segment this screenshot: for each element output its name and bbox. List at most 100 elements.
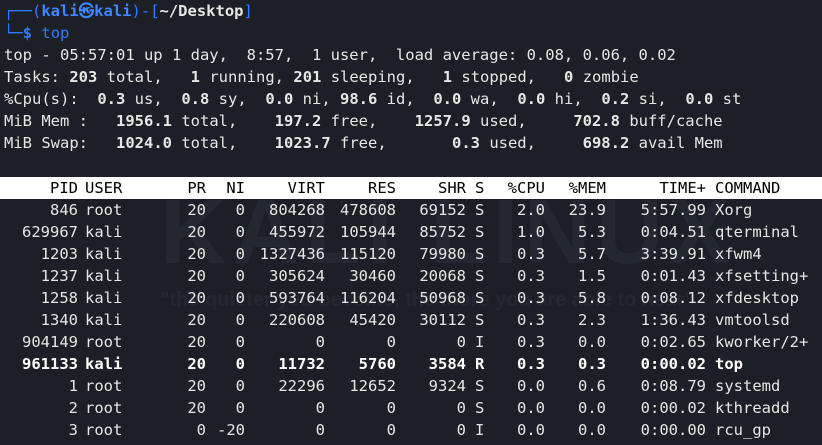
cell-virt: 455972 <box>269 223 325 241</box>
cell-pr: 0 <box>196 421 206 439</box>
tasks-label: Tasks: <box>4 68 60 86</box>
cell-cpu: 1.0 <box>517 223 545 241</box>
cell-cpu: 0.3 <box>517 289 545 307</box>
table-row[interactable]: 1340 kali 20 0 220608 45420 30112 S 0.3 2.3 1:36.4… <box>0 309 822 331</box>
cell-shr: 0 <box>456 399 466 417</box>
summary-swap-line: MiB Swap: 1024.0 total, 1023.7 free, 0.3… <box>4 134 723 152</box>
cell-shr: 0 <box>456 333 466 351</box>
terminal-window[interactable]: KALI LINUX "the quieter you become, the … <box>0 0 822 445</box>
table-row[interactable]: 1203 kali 20 0 1327436 115120 79980 S 0.3 5.7 3:39… <box>0 243 822 265</box>
tasks-running-label: running, <box>200 68 285 86</box>
cell-pr: 20 <box>187 289 206 307</box>
prompt-at: ㉿ <box>78 2 95 20</box>
cell-virt: 0 <box>315 333 325 351</box>
table-row[interactable]: 2 root 20 0 0 0 0 S 0.0 0.0 0:00.02 kthreadd <box>0 397 822 419</box>
prompt-path: ~/Desktop <box>159 2 244 20</box>
cell-s: S <box>475 245 485 263</box>
cell-mem: 0.6 <box>578 377 606 395</box>
cell-pr: 20 <box>187 245 206 263</box>
swap-avail: 698.2 <box>582 134 630 152</box>
cell-ni: 0 <box>235 355 245 373</box>
cell-mem: 0.0 <box>578 333 606 351</box>
table-row[interactable]: 1258 kali 20 0 593764 116204 50968 S 0.3 5.8 0:08.… <box>0 287 822 309</box>
cell-command: vmtoolsd <box>715 311 790 329</box>
cell-time: 0:02.65 <box>640 333 706 351</box>
cell-cpu: 0.3 <box>517 355 545 373</box>
table-row[interactable]: 1237 kali 20 0 305624 30460 20068 S 0.3 1.5 0:01.4… <box>0 265 822 287</box>
cell-res: 478608 <box>340 201 396 219</box>
cell-mem: 0.3 <box>578 355 606 373</box>
mem-used: 1257.9 <box>414 112 471 130</box>
tasks-stopped: 1 <box>442 68 453 86</box>
table-row[interactable]: 846 root 20 0 804268 478608 69152 S 2.0 23.9 5:57.… <box>0 199 822 221</box>
cpu-wa: 0.0 <box>433 90 462 108</box>
cpu-label: %Cpu(s): <box>4 90 79 108</box>
prompt-host: kali <box>94 2 132 20</box>
cell-ni: 0 <box>235 399 245 417</box>
cell-pr: 20 <box>187 333 206 351</box>
table-row[interactable]: 904149 root 20 0 0 0 0 I 0.3 0.0 0:02.65 kworker/2+ <box>0 331 822 353</box>
column-header-pid: PID <box>50 179 78 197</box>
cell-time: 5:57.99 <box>640 201 706 219</box>
column-header-virt: VIRT <box>287 179 325 197</box>
cell-pid: 629967 <box>22 223 78 241</box>
cell-user: root <box>85 201 123 219</box>
tasks-running: 1 <box>190 68 201 86</box>
prompt-dollar: $ <box>22 24 33 42</box>
cell-cpu: 0.3 <box>517 267 545 285</box>
table-row[interactable]: 3 root 0 -20 0 0 0 I 0.0 0.0 0:00.00 rcu_gp <box>0 419 822 441</box>
cell-user: kali <box>85 311 123 329</box>
cell-virt: 220608 <box>269 311 325 329</box>
cell-pr: 20 <box>187 399 206 417</box>
cpu-si: 0.2 <box>601 90 630 108</box>
summary-uptime-line: top - 05:57:01 up 1 day, 8:57, 1 user, l… <box>4 46 676 64</box>
table-row[interactable]: 629967 kali 20 0 455972 105944 85752 S 1.0 5.3 0:0… <box>0 221 822 243</box>
cpu-hi: 0.0 <box>517 90 546 108</box>
cell-time: 0:08.79 <box>640 377 706 395</box>
cell-ni: 0 <box>235 201 245 219</box>
prompt-separator: )-[ <box>131 2 160 20</box>
tasks-zombie: 0 <box>564 68 574 86</box>
swap-free: 1023.7 <box>274 134 331 152</box>
cell-mem: 5.3 <box>578 223 606 241</box>
swap-total: 1024.0 <box>116 134 172 152</box>
cpu-st: 0.0 <box>685 90 714 108</box>
prompt-close: ] <box>243 2 253 20</box>
cell-res: 105944 <box>340 223 396 241</box>
cell-cpu: 0.0 <box>517 399 545 417</box>
cell-time: 0:08.12 <box>640 289 706 307</box>
table-row[interactable]: 1 root 20 0 22296 12652 9324 S 0.0 0.6 0:08.79 syst… <box>0 375 822 397</box>
cell-command: kworker/2+ <box>715 333 809 351</box>
cell-s: S <box>475 223 485 241</box>
tasks-stopped-label: stopped, <box>452 68 537 86</box>
cell-shr: 9324 <box>428 377 466 395</box>
table-row[interactable]: 961133 kali 20 0 11732 5760 3584 R 0.3 0.3 0:00.02… <box>0 353 822 375</box>
cell-time: 0:00.00 <box>640 421 706 439</box>
cell-cpu: 0.3 <box>517 333 545 351</box>
cell-shr: 3584 <box>428 355 466 373</box>
cell-pr: 20 <box>187 201 206 219</box>
cell-pid: 961133 <box>22 355 78 373</box>
cell-res: 0 <box>386 399 396 417</box>
cell-virt: 804268 <box>269 201 325 219</box>
cell-cpu: 0.3 <box>517 311 545 329</box>
summary-mem-line: MiB Mem : 1956.1 total, 197.2 free, 1257… <box>4 112 723 130</box>
cell-shr: 30112 <box>419 311 466 329</box>
summary-tasks-line: Tasks: 203 total, 1 running, 201 sleepin… <box>4 66 639 88</box>
cell-res: 12652 <box>349 377 396 395</box>
cell-command: top <box>715 355 743 373</box>
column-header-user: USER <box>85 179 123 197</box>
cell-pid: 1 <box>68 377 78 395</box>
cell-pid: 1258 <box>40 289 78 307</box>
cell-pid: 1203 <box>40 245 78 263</box>
cell-command: systemd <box>715 377 781 395</box>
cell-mem: 2.3 <box>578 311 606 329</box>
cell-cpu: 0.0 <box>517 421 545 439</box>
cell-mem: 0.0 <box>578 421 606 439</box>
mem-free: 197.2 <box>274 112 322 130</box>
cell-user: root <box>85 421 123 439</box>
cell-command: rcu_gp <box>715 421 771 439</box>
prompt-line: ┌──(kali㉿kali)-[~/Desktop] <box>4 0 253 22</box>
cell-s: I <box>475 333 485 351</box>
cell-shr: 50968 <box>419 289 466 307</box>
